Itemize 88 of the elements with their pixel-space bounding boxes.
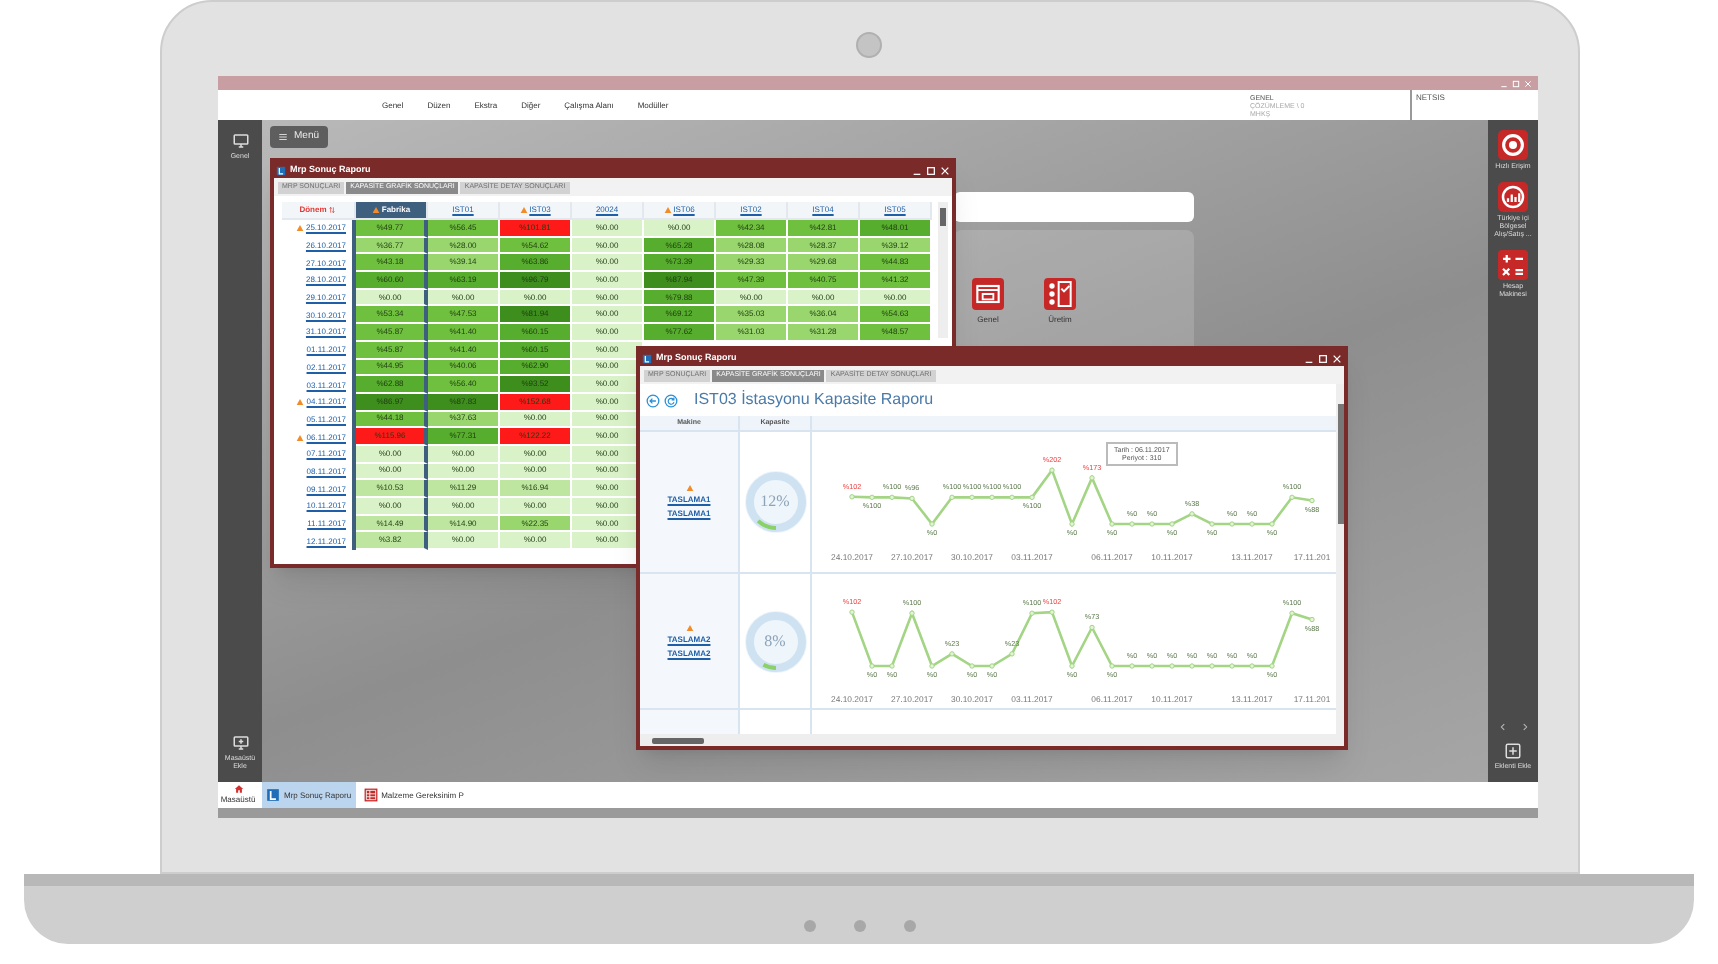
app-logo-icon: [642, 353, 652, 363]
app-logo-icon: [276, 165, 286, 175]
data-point[interactable]: [909, 610, 915, 616]
camera-icon: [856, 32, 882, 58]
data-point[interactable]: [1089, 475, 1095, 481]
report-heading: IST03 İstasyonu Kapasite Raporu: [694, 388, 934, 412]
target-icon[interactable]: [1498, 130, 1528, 160]
data-point[interactable]: [1249, 521, 1255, 527]
close-icon[interactable]: [1332, 353, 1342, 363]
scrollbar[interactable]: [938, 202, 948, 338]
data-point[interactable]: [1189, 511, 1195, 517]
window-icon[interactable]: [972, 278, 1004, 310]
plus-icon[interactable]: [1504, 742, 1522, 760]
monitor-icon[interactable]: [231, 132, 249, 150]
data-point[interactable]: [1029, 610, 1035, 616]
data-point[interactable]: [1209, 521, 1215, 527]
refresh-icon[interactable]: [664, 393, 678, 407]
back-icon[interactable]: [646, 393, 660, 407]
data-point[interactable]: [1109, 521, 1115, 527]
data-point[interactable]: [1149, 663, 1155, 669]
data-point[interactable]: [1149, 521, 1155, 527]
chart-icon[interactable]: [1498, 182, 1528, 212]
data-point[interactable]: [949, 651, 955, 657]
data-point[interactable]: [1129, 521, 1135, 527]
data-point[interactable]: [849, 609, 855, 615]
capacity-percent: 8%: [764, 629, 786, 653]
data-point[interactable]: [1309, 497, 1315, 504]
data-point[interactable]: [1269, 663, 1275, 669]
data-point[interactable]: [1069, 521, 1075, 527]
home-icon: [233, 784, 243, 794]
data-point[interactable]: [1089, 624, 1095, 631]
close-icon[interactable]: [940, 165, 950, 175]
data-point[interactable]: [1309, 616, 1315, 623]
scrollbar[interactable]: [1336, 384, 1344, 746]
capacity-percent: 12%: [760, 490, 790, 514]
sort-icon[interactable]: [328, 206, 337, 214]
data-point[interactable]: [849, 494, 855, 500]
data-point[interactable]: [949, 494, 955, 501]
warning-icon: [296, 398, 305, 407]
menu-icon: [278, 132, 288, 142]
maximize-icon[interactable]: [1318, 353, 1328, 363]
data-point[interactable]: [1249, 663, 1255, 669]
data-point[interactable]: [889, 494, 895, 501]
warning-icon: [295, 224, 304, 233]
data-point[interactable]: [869, 494, 875, 501]
scrollbar[interactable]: [640, 734, 1336, 746]
checklist-icon[interactable]: [1044, 278, 1076, 310]
data-point[interactable]: [1049, 467, 1055, 473]
warning-icon: [296, 433, 305, 442]
data-point[interactable]: [1209, 663, 1215, 669]
data-point[interactable]: [929, 521, 935, 527]
data-point[interactable]: [989, 663, 995, 669]
data-point[interactable]: [889, 663, 895, 669]
data-point[interactable]: [1269, 521, 1275, 527]
data-point[interactable]: [1069, 663, 1075, 669]
app-logo-icon: [266, 788, 280, 802]
scrollbar-thumb[interactable]: [652, 737, 704, 743]
data-point[interactable]: [1189, 663, 1195, 669]
data-point[interactable]: [1289, 494, 1295, 501]
add-monitor-icon[interactable]: [231, 734, 249, 752]
maximize-icon[interactable]: [926, 165, 936, 175]
warning-icon: [519, 206, 528, 214]
data-point[interactable]: [1289, 610, 1295, 616]
data-point[interactable]: [969, 494, 975, 501]
search-field[interactable]: [954, 192, 1194, 222]
warning-icon: [663, 206, 672, 214]
data-point[interactable]: [1229, 521, 1235, 527]
data-point[interactable]: [869, 663, 875, 669]
data-point[interactable]: [1009, 494, 1015, 501]
chevron-right-icon[interactable]: [1519, 722, 1529, 732]
data-point[interactable]: [1109, 663, 1115, 669]
data-point[interactable]: [929, 663, 935, 669]
data-point[interactable]: [1049, 609, 1055, 615]
data-point[interactable]: [1169, 663, 1175, 669]
data-point[interactable]: [969, 663, 975, 669]
data-point[interactable]: [989, 494, 995, 501]
data-point[interactable]: [1229, 663, 1235, 669]
data-point[interactable]: [1169, 521, 1175, 527]
data-point[interactable]: [1009, 651, 1015, 657]
chevron-left-icon[interactable]: [1497, 722, 1507, 732]
scrollbar-thumb[interactable]: [1337, 404, 1343, 524]
data-point[interactable]: [1029, 494, 1035, 501]
grid-icon: [363, 788, 378, 802]
warning-icon: [371, 206, 380, 214]
data-point[interactable]: [1129, 663, 1135, 669]
data-point[interactable]: [909, 495, 915, 502]
calculator-icon[interactable]: [1498, 250, 1528, 280]
scrollbar-thumb[interactable]: [940, 208, 946, 226]
